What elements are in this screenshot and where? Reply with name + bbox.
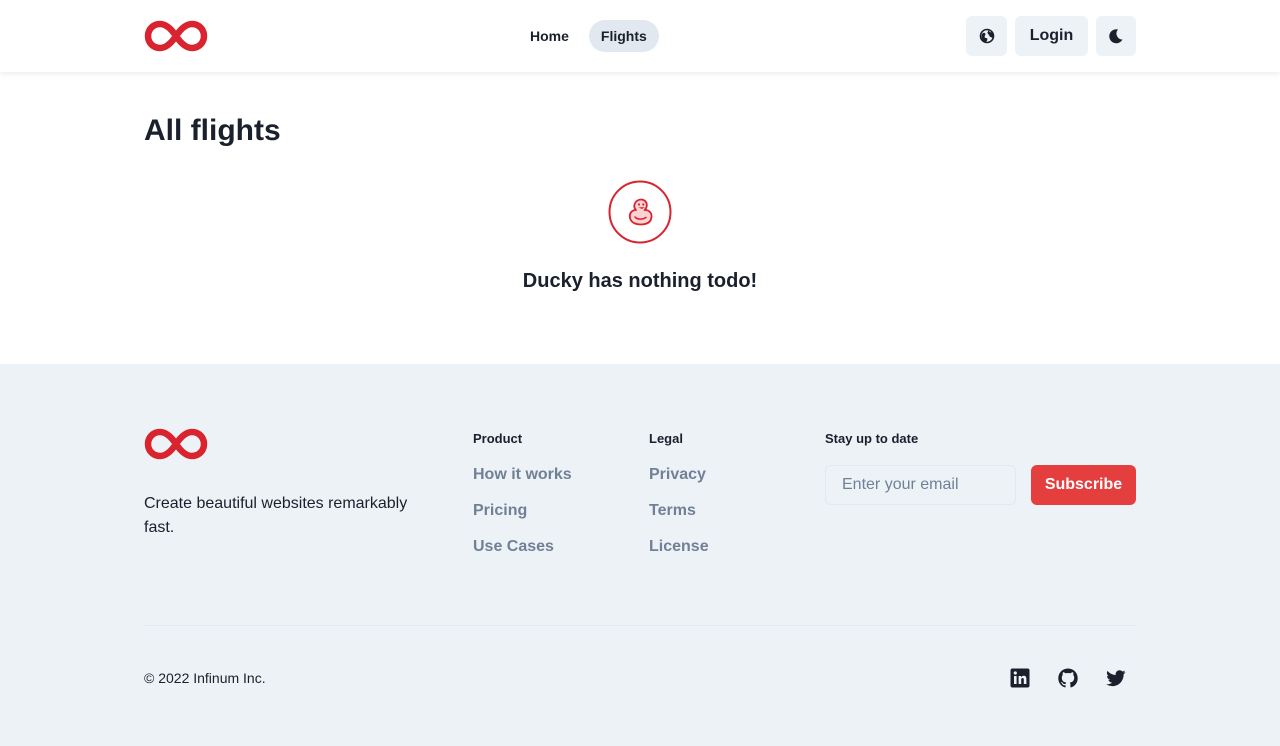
- link-pricing[interactable]: Pricing: [473, 502, 572, 520]
- top-navbar: Home Flights Login: [0, 0, 1280, 72]
- footer-divider: [144, 625, 1136, 626]
- footer-tagline: Create beautiful websites remarkably fas…: [144, 495, 408, 536]
- product-heading: Product: [473, 431, 523, 446]
- language-button[interactable]: [966, 16, 1007, 56]
- globe-icon: [979, 28, 994, 44]
- linkedin-icon[interactable]: [1008, 666, 1032, 690]
- subscribe-button[interactable]: Subscribe: [1031, 465, 1136, 505]
- page-title: All flights: [144, 114, 281, 147]
- footer: Create beautiful websites remarkably fas…: [0, 364, 1280, 746]
- link-license[interactable]: License: [649, 538, 709, 556]
- login-button[interactable]: Login: [1015, 16, 1088, 56]
- link-use-cases[interactable]: Use Cases: [473, 538, 572, 556]
- duck-icon: [608, 180, 672, 244]
- legal-heading: Legal: [649, 431, 683, 446]
- empty-state-message: Ducky has nothing todo!: [522, 270, 758, 292]
- link-privacy[interactable]: Privacy: [649, 466, 709, 484]
- footer-product-column: Product How it works Pricing Use Cases: [473, 430, 572, 556]
- infinity-logo[interactable]: [144, 428, 208, 460]
- nav-flights[interactable]: Flights: [588, 20, 659, 52]
- github-icon[interactable]: [1056, 666, 1080, 690]
- nav-home[interactable]: Home: [518, 20, 581, 52]
- footer-legal-column: Legal Privacy Terms License: [649, 430, 709, 556]
- copyright-text: © 2022 Infinum Inc.: [144, 670, 266, 686]
- newsletter-heading: Stay up to date: [825, 431, 919, 446]
- theme-toggle-button[interactable]: [1096, 16, 1136, 56]
- footer-newsletter-column: Stay up to date: [825, 430, 918, 448]
- moon-icon: [1109, 29, 1123, 44]
- main-nav: Home Flights: [518, 20, 659, 52]
- twitter-icon[interactable]: [1104, 666, 1128, 690]
- infinity-logo[interactable]: [144, 20, 208, 52]
- link-terms[interactable]: Terms: [649, 502, 709, 520]
- link-how-it-works[interactable]: How it works: [473, 466, 572, 484]
- email-input[interactable]: [825, 465, 1016, 505]
